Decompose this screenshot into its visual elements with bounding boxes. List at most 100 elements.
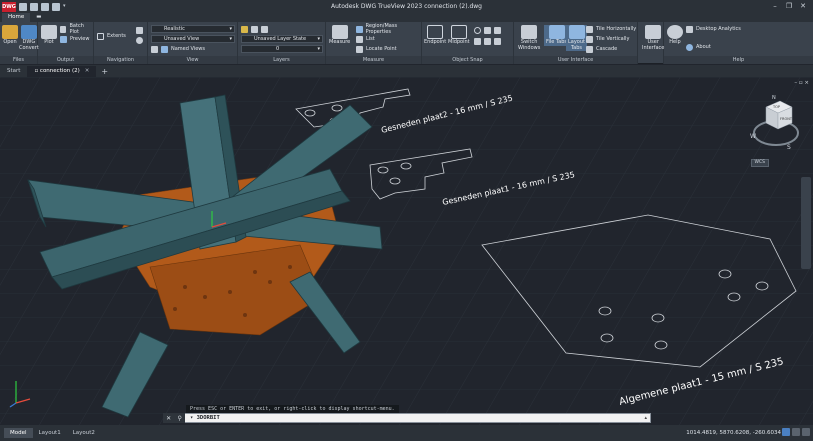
preview-button[interactable]: Preview <box>60 35 89 43</box>
panel-measure-label: Measure <box>326 56 421 64</box>
close-tab-icon[interactable]: ✕ <box>85 68 90 74</box>
layer-tools[interactable] <box>241 25 271 33</box>
region-mass-button[interactable]: Region/Mass Properties <box>356 23 421 35</box>
dwg-convert-icon <box>20 25 37 39</box>
zoom-extents-icon <box>97 32 104 40</box>
extents-button[interactable]: Extents <box>97 32 126 40</box>
node-snap-icon <box>484 37 491 45</box>
save-icon[interactable] <box>30 2 38 11</box>
model-space-svg[interactable]: Gesneden plaat2 - 16 mm / S 235 Gesneden… <box>0 77 813 425</box>
viewcube-n-label: N <box>772 95 776 101</box>
panel-user-interface-2: User Interface <box>638 22 664 64</box>
help-button[interactable]: Help <box>667 25 683 46</box>
panel-user-interface: Switch Windows File Tabs Layout Tabs Til… <box>514 22 638 64</box>
folder-icon <box>2 25 18 39</box>
file-tabs-icon <box>548 25 565 39</box>
minimize-button[interactable]: – <box>768 0 782 13</box>
wcs-menu[interactable]: WCS <box>750 159 769 167</box>
snap-tools-row1[interactable] <box>474 26 504 34</box>
maximize-button[interactable]: ❐ <box>782 0 796 13</box>
chevron-down-icon[interactable]: ▾ <box>63 3 71 11</box>
saved-view-select[interactable]: Unsaved View ▾ <box>151 35 235 43</box>
file-tab-connection[interactable]: ▫ connection (2) ✕ <box>27 66 97 77</box>
preview-icon <box>60 35 67 43</box>
new-tab-button[interactable]: + <box>96 66 113 77</box>
open-folder-icon[interactable] <box>19 2 27 11</box>
viewport-controls[interactable]: – ▫ × <box>794 80 809 86</box>
panel-view: Realistic ▾ Unsaved View ▾ Named Views Vie… <box>148 22 238 64</box>
tab-layout2[interactable]: Layout2 <box>67 428 101 438</box>
named-views-button[interactable]: Named Views <box>151 45 205 53</box>
open-button[interactable]: Open <box>2 25 18 46</box>
locate-point-button[interactable]: Locate Point <box>356 45 397 53</box>
current-layer-select[interactable]: 0 ▾ <box>241 45 323 53</box>
ruler-icon <box>331 25 348 39</box>
layout-tabs-icon <box>568 25 585 39</box>
grid-icon[interactable] <box>792 428 800 436</box>
layer-state-select[interactable]: Unsaved Layer State ▾ <box>241 35 323 43</box>
pan-button[interactable] <box>136 26 146 34</box>
command-prompt[interactable]: ▾ 3DORBIT <box>190 415 220 421</box>
ribbon-tab-row: Home ▬ <box>0 13 813 22</box>
panel-output: Plot Batch Plot Preview Output <box>38 22 94 64</box>
window-title: Autodesk DWG TrueView 2023 connection (2… <box>330 3 482 10</box>
tab-extra[interactable]: ▬ <box>30 13 47 22</box>
endpoint-button[interactable]: Endpoint <box>424 25 446 46</box>
measure-button[interactable]: Measure <box>329 25 350 46</box>
snap-tools-row2[interactable] <box>474 37 504 45</box>
tab-layout1[interactable]: Layout1 <box>33 428 67 438</box>
tab-model[interactable]: Model <box>4 428 33 438</box>
plot-button[interactable]: Plot <box>41 25 57 46</box>
print-icon[interactable] <box>41 2 49 11</box>
panel-files: Open DWG Convert Files <box>0 22 39 64</box>
panel-measure: Measure Region/Mass Properties List Loca… <box>326 22 422 64</box>
tile-horizontal-icon <box>586 25 593 33</box>
chevron-down-icon: ▾ <box>229 26 232 32</box>
quick-access-toolbar: ▾ <box>19 2 74 11</box>
command-line[interactable]: ✕ ⚲ ▾ 3DORBIT ▴ <box>163 413 651 423</box>
tile-horizontally-button[interactable]: Tile Horizontally <box>586 25 636 33</box>
help-icon <box>667 25 683 39</box>
close-icon[interactable]: ✕ <box>166 415 171 422</box>
batch-plot-button[interactable]: Batch Plot <box>60 23 93 35</box>
app-logo-icon[interactable]: DWG <box>2 1 16 12</box>
cascade-button[interactable]: Cascade <box>586 45 617 53</box>
chevron-down-icon: ▾ <box>229 36 232 42</box>
dwg-convert-button[interactable]: DWG Convert <box>19 25 39 51</box>
menu-icon[interactable] <box>802 428 810 436</box>
file-tab-start[interactable]: Start <box>0 66 27 77</box>
viewcube-top-label: TOP <box>772 105 780 109</box>
about-button[interactable]: About <box>686 43 711 51</box>
midpoint-button[interactable]: Midpoint <box>448 25 470 46</box>
app-window: DWG ▾ Autodesk DWG TrueView 2023 connect… <box>0 0 813 441</box>
drawing-canvas[interactable]: Gesneden plaat2 - 16 mm / S 235 Gesneden… <box>0 77 813 425</box>
panel-navigation-label: Navigation <box>94 56 147 64</box>
switch-windows-button[interactable]: Switch Windows <box>518 25 540 51</box>
close-button[interactable]: ✕ <box>796 0 810 13</box>
batch-plot-icon <box>60 25 67 33</box>
tab-home[interactable]: Home <box>2 13 31 22</box>
visual-style-select[interactable]: Realistic ▾ <box>151 25 235 33</box>
orbit-button[interactable] <box>136 36 146 44</box>
model-space-icon[interactable] <box>782 428 790 436</box>
navigation-bar[interactable] <box>801 177 811 269</box>
endpoint-icon <box>427 25 444 39</box>
desktop-analytics-button[interactable]: Desktop Analytics <box>686 25 741 33</box>
panel-help-label: Help <box>664 56 813 64</box>
layer-states-icon <box>251 25 258 33</box>
center-snap-icon <box>474 26 481 34</box>
wrench-icon[interactable]: ⚲ <box>177 415 181 422</box>
tile-vertically-button[interactable]: Tile Vertically <box>586 35 629 43</box>
panel-navigation: Extents Navigation <box>94 22 148 64</box>
user-interface-button[interactable]: User Interface <box>642 25 664 51</box>
layout-tabs-button[interactable]: Layout Tabs <box>566 25 587 51</box>
panel-files-label: Files <box>0 56 37 64</box>
analytics-icon <box>686 25 693 33</box>
panel-view-label: View <box>148 56 237 64</box>
chevron-up-icon[interactable]: ▴ <box>644 415 647 421</box>
list-button[interactable]: List <box>356 35 375 43</box>
panel-user-interface-label: User Interface <box>514 56 637 64</box>
plot-icon[interactable] <box>52 2 60 11</box>
panel-layers-label: Layers <box>238 56 325 64</box>
info-icon <box>686 43 693 51</box>
